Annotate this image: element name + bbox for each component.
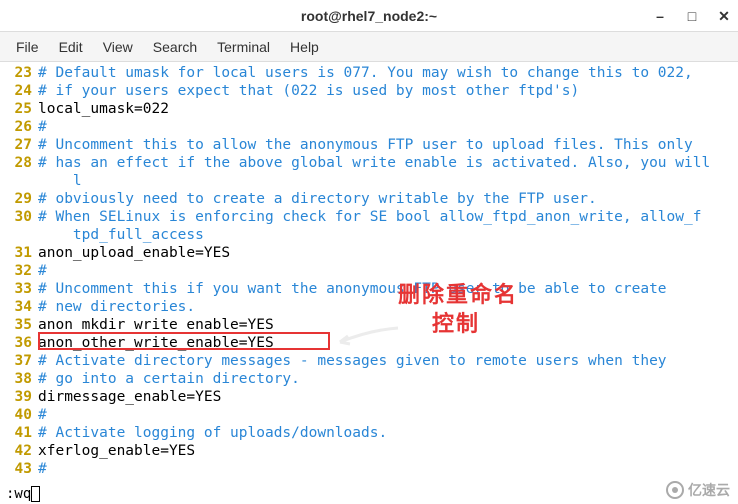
watermark-text: 亿速云 [688,480,730,500]
line-number: 23 [0,64,38,82]
menu-terminal[interactable]: Terminal [207,35,280,59]
line-number: 30 [0,208,38,226]
titlebar: root@rhel7_node2:~ – □ ✕ [0,0,738,32]
line-text: local_umask=022 [38,100,738,118]
editor-area[interactable]: 23# Default umask for local users is 077… [0,62,738,478]
line-text: # Uncomment this to allow the anonymous … [38,136,738,154]
line-number: 35 [0,316,38,334]
command-text: :wq [6,486,31,502]
window-controls: – □ ✕ [650,0,734,32]
line-text: anon_mkdir_write_enable=YES [38,316,738,334]
menu-search[interactable]: Search [143,35,207,59]
menubar: File Edit View Search Terminal Help [0,32,738,62]
close-icon[interactable]: ✕ [714,6,734,26]
menu-edit[interactable]: Edit [49,35,93,59]
line-text: # [38,262,738,280]
minimize-icon[interactable]: – [650,6,670,26]
line-text: # obviously need to create a directory w… [38,190,738,208]
watermark: 亿速云 [666,480,730,500]
line-number: 32 [0,262,38,280]
line-text: # [38,406,738,424]
line-text: # go into a certain directory. [38,370,738,388]
line-text: # Activate directory messages - messages… [38,352,738,370]
menu-file[interactable]: File [6,35,49,59]
line-text: # if your users expect that (022 is used… [38,82,738,100]
line-number: 31 [0,244,38,262]
line-text: # Default umask for local users is 077. … [38,64,738,82]
line-number: 27 [0,136,38,154]
line-number: 24 [0,82,38,100]
line-text: # When SELinux is enforcing check for SE… [38,208,738,226]
line-text: anon_other_write_enable=YES [38,334,738,352]
line-number: 41 [0,424,38,442]
line-text: # [38,460,738,478]
line-number: 34 [0,298,38,316]
vim-command-line[interactable]: :wq [0,484,738,504]
line-text: # new directories. [38,298,738,316]
line-text: # [38,118,738,136]
line-number: 29 [0,190,38,208]
line-number: 42 [0,442,38,460]
line-number: 40 [0,406,38,424]
line-number: 36 [0,334,38,352]
line-text: # Uncomment this if you want the anonymo… [38,280,738,298]
line-number: 33 [0,280,38,298]
line-text: # Activate logging of uploads/downloads. [38,424,738,442]
line-text: dirmessage_enable=YES [38,388,738,406]
menu-help[interactable]: Help [280,35,329,59]
line-wrap: tpd_full_access [38,226,738,244]
line-text: xferlog_enable=YES [38,442,738,460]
line-number: 28 [0,154,38,172]
maximize-icon[interactable]: □ [682,6,702,26]
line-number: 39 [0,388,38,406]
menu-view[interactable]: View [93,35,143,59]
line-number: 25 [0,100,38,118]
line-text: # has an effect if the above global writ… [38,154,738,172]
line-number: 38 [0,370,38,388]
line-number: 43 [0,460,38,478]
line-number: 37 [0,352,38,370]
watermark-logo-icon [666,481,684,499]
line-number: 26 [0,118,38,136]
line-wrap: l [38,172,738,190]
window-title: root@rhel7_node2:~ [301,8,437,24]
cursor-icon [31,486,40,502]
line-text: anon_upload_enable=YES [38,244,738,262]
